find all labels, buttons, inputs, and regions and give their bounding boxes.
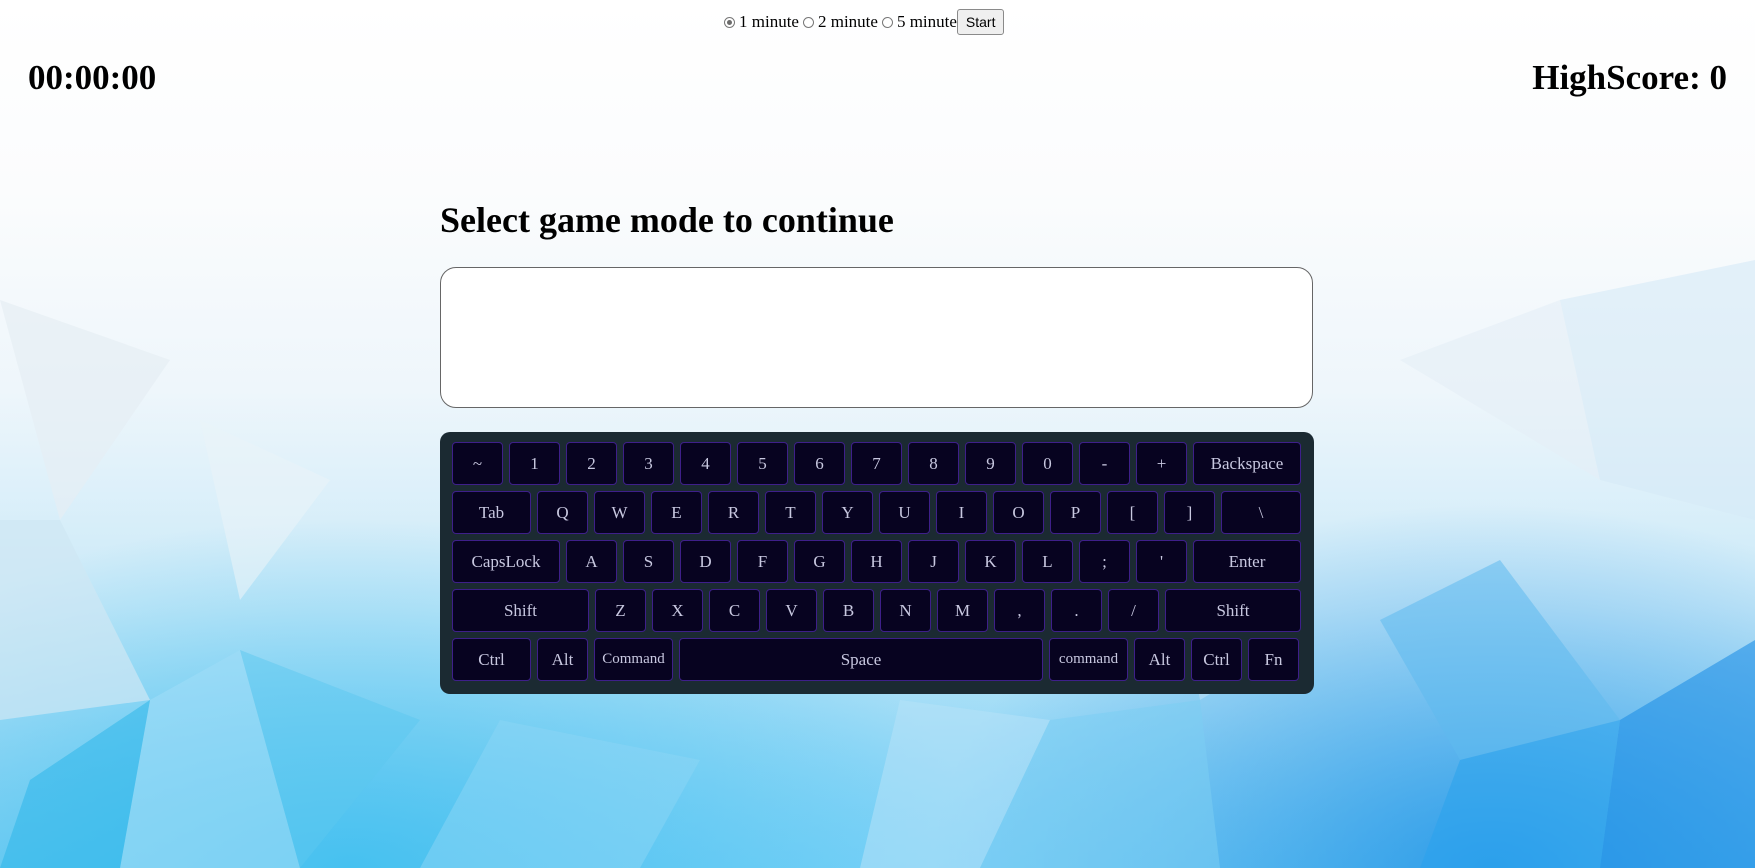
keyboard-row-qwerty: Tab Q W E R T Y U I O P [ ] \ bbox=[452, 491, 1304, 534]
key-minus[interactable]: - bbox=[1079, 442, 1130, 485]
key-n[interactable]: N bbox=[880, 589, 931, 632]
key-semicolon[interactable]: ; bbox=[1079, 540, 1130, 583]
keyboard-row-shift: Shift Z X C V B N M , . / Shift bbox=[452, 589, 1304, 632]
game-mode-selector: 1 minute 2 minute 5 minute Start bbox=[724, 9, 1005, 35]
mode-option-1-minute[interactable]: 1 minute bbox=[724, 12, 799, 32]
key-y[interactable]: Y bbox=[822, 491, 873, 534]
key-ctrl-left[interactable]: Ctrl bbox=[452, 638, 531, 681]
key-capslock[interactable]: CapsLock bbox=[452, 540, 560, 583]
key-i[interactable]: I bbox=[936, 491, 987, 534]
radio-5-minute[interactable] bbox=[881, 16, 893, 28]
key-r[interactable]: R bbox=[708, 491, 759, 534]
key-shift-right[interactable]: Shift bbox=[1165, 589, 1301, 632]
key-left-bracket[interactable]: [ bbox=[1107, 491, 1158, 534]
key-enter[interactable]: Enter bbox=[1193, 540, 1301, 583]
mode-option-2-minute[interactable]: 2 minute bbox=[802, 12, 878, 32]
key-space[interactable]: Space bbox=[679, 638, 1043, 681]
key-f[interactable]: F bbox=[737, 540, 788, 583]
highscore-display: HighScore: 0 bbox=[1532, 58, 1727, 97]
keyboard-row-bottom: Ctrl Alt Command Space command Alt Ctrl … bbox=[452, 638, 1304, 681]
key-a[interactable]: A bbox=[566, 540, 617, 583]
start-button[interactable]: Start bbox=[956, 9, 1005, 35]
key-v[interactable]: V bbox=[766, 589, 817, 632]
key-6[interactable]: 6 bbox=[794, 442, 845, 485]
key-w[interactable]: W bbox=[594, 491, 645, 534]
key-m[interactable]: M bbox=[937, 589, 988, 632]
key-q[interactable]: Q bbox=[537, 491, 588, 534]
key-5[interactable]: 5 bbox=[737, 442, 788, 485]
key-9[interactable]: 9 bbox=[965, 442, 1016, 485]
key-right-bracket[interactable]: ] bbox=[1164, 491, 1215, 534]
key-backslash[interactable]: \ bbox=[1221, 491, 1301, 534]
key-plus[interactable]: + bbox=[1136, 442, 1187, 485]
keyboard-row-home: CapsLock A S D F G H J K L ; ' Enter bbox=[452, 540, 1304, 583]
key-period[interactable]: . bbox=[1051, 589, 1102, 632]
key-l[interactable]: L bbox=[1022, 540, 1073, 583]
key-comma[interactable]: , bbox=[994, 589, 1045, 632]
virtual-keyboard: ~ 1 2 3 4 5 6 7 8 9 0 - + Backspace Tab … bbox=[440, 432, 1314, 694]
key-k[interactable]: K bbox=[965, 540, 1016, 583]
key-3[interactable]: 3 bbox=[623, 442, 674, 485]
page-title: Select game mode to continue bbox=[440, 200, 894, 240]
typing-text-box[interactable] bbox=[440, 267, 1313, 408]
mode-option-label: 1 minute bbox=[739, 12, 799, 31]
key-fn[interactable]: Fn bbox=[1248, 638, 1299, 681]
radio-2-minute[interactable] bbox=[802, 16, 814, 28]
mode-option-5-minute[interactable]: 5 minute bbox=[881, 12, 957, 32]
key-z[interactable]: Z bbox=[595, 589, 646, 632]
radio-1-minute[interactable] bbox=[724, 16, 735, 28]
key-ctrl-right[interactable]: Ctrl bbox=[1191, 638, 1242, 681]
key-g[interactable]: G bbox=[794, 540, 845, 583]
key-quote[interactable]: ' bbox=[1136, 540, 1187, 583]
key-o[interactable]: O bbox=[993, 491, 1044, 534]
key-tab[interactable]: Tab bbox=[452, 491, 531, 534]
key-b[interactable]: B bbox=[823, 589, 874, 632]
keyboard-row-numbers: ~ 1 2 3 4 5 6 7 8 9 0 - + Backspace bbox=[452, 442, 1304, 485]
mode-option-label: 5 minute bbox=[896, 12, 957, 31]
timer-display: 00:00:00 bbox=[28, 58, 157, 97]
key-e[interactable]: E bbox=[651, 491, 702, 534]
key-x[interactable]: X bbox=[652, 589, 703, 632]
key-alt-left[interactable]: Alt bbox=[537, 638, 588, 681]
key-p[interactable]: P bbox=[1050, 491, 1101, 534]
key-8[interactable]: 8 bbox=[908, 442, 959, 485]
mode-option-label: 2 minute bbox=[817, 12, 878, 31]
key-u[interactable]: U bbox=[879, 491, 930, 534]
key-h[interactable]: H bbox=[851, 540, 902, 583]
key-s[interactable]: S bbox=[623, 540, 674, 583]
key-slash[interactable]: / bbox=[1108, 589, 1159, 632]
key-command-right[interactable]: command bbox=[1049, 638, 1128, 681]
key-backspace[interactable]: Backspace bbox=[1193, 442, 1301, 485]
key-1[interactable]: 1 bbox=[509, 442, 560, 485]
key-7[interactable]: 7 bbox=[851, 442, 902, 485]
key-shift-left[interactable]: Shift bbox=[452, 589, 589, 632]
key-alt-right[interactable]: Alt bbox=[1134, 638, 1185, 681]
key-2[interactable]: 2 bbox=[566, 442, 617, 485]
key-command-left[interactable]: Command bbox=[594, 638, 673, 681]
key-t[interactable]: T bbox=[765, 491, 816, 534]
key-c[interactable]: C bbox=[709, 589, 760, 632]
key-d[interactable]: D bbox=[680, 540, 731, 583]
key-tilde[interactable]: ~ bbox=[452, 442, 503, 485]
key-0[interactable]: 0 bbox=[1022, 442, 1073, 485]
key-j[interactable]: J bbox=[908, 540, 959, 583]
key-4[interactable]: 4 bbox=[680, 442, 731, 485]
